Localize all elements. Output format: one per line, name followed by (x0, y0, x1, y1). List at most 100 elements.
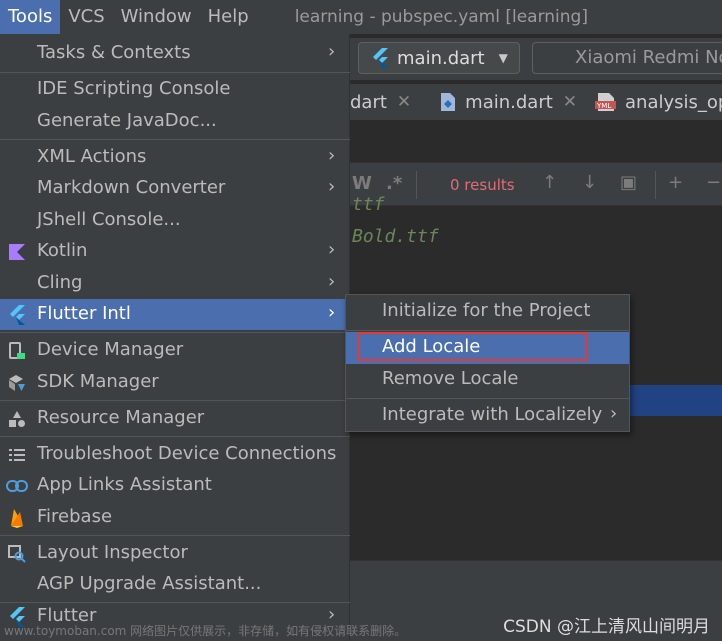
menu-item-jshell-console[interactable]: JShell Console... (0, 205, 350, 236)
menu-item-tasks-contexts[interactable]: Tasks & Contexts › (0, 38, 350, 69)
link-icon (6, 475, 28, 497)
menu-separator (0, 332, 350, 333)
menu-vcs[interactable]: VCS (60, 0, 112, 34)
resource-manager-icon (6, 408, 28, 430)
divider (655, 171, 656, 199)
run-config-dropdown[interactable]: main.dart ▼ (358, 42, 520, 74)
submenu-item-remove-locale[interactable]: Remove Locale (346, 364, 629, 396)
submenu-item-label: Integrate with Localizely (382, 404, 603, 425)
tools-menu: Tasks & Contexts › IDE Scripting Console… (0, 34, 350, 641)
tab-dart[interactable]: dart ✕ (350, 92, 419, 113)
chevron-right-icon: › (328, 41, 336, 62)
tab-label: analysis_opt (625, 91, 722, 113)
selected-line-highlight (628, 385, 722, 416)
regex-toggle[interactable]: .* (386, 173, 402, 194)
watermark-credit: CSDN @江上清风山间明月 (503, 617, 710, 637)
chevron-right-icon: › (328, 176, 336, 197)
menu-item-label: App Links Assistant (37, 474, 212, 495)
menu-item-label: Troubleshoot Device Connections (37, 443, 337, 464)
chevron-right-icon: › (328, 239, 336, 260)
menu-item-label: Tasks & Contexts (37, 42, 191, 63)
close-icon[interactable]: ✕ (397, 92, 411, 112)
menu-separator (346, 398, 629, 399)
tab-label: dart (350, 91, 387, 113)
layout-inspector-icon (6, 543, 28, 565)
main-toolbar: main.dart ▼ Xiaomi Redmi Note (350, 38, 722, 80)
device-selector[interactable]: Xiaomi Redmi Note (532, 42, 722, 74)
menu-item-markdown-converter[interactable]: Markdown Converter › (0, 173, 350, 204)
menu-help[interactable]: Help (200, 0, 257, 34)
editor-tabs: dart ✕ main.dart ✕ YML analysis_opt (350, 84, 722, 120)
menu-separator (346, 330, 629, 331)
menu-item-xml-actions[interactable]: XML Actions › (0, 142, 350, 173)
menu-item-kotlin[interactable]: Kotlin › (0, 236, 350, 267)
sdk-manager-icon (6, 372, 28, 394)
add-occurrence-icon[interactable]: + (668, 172, 683, 193)
chevron-right-icon: › (610, 403, 618, 424)
chevron-down-icon: ▼ (498, 51, 508, 65)
tab-label: main.dart (465, 91, 553, 113)
menu-item-device-manager[interactable]: Device Manager (0, 335, 350, 366)
menu-item-agp-upgrade-assistant[interactable]: AGP Upgrade Assistant... (0, 569, 350, 600)
editor-bottom-panel (350, 560, 722, 604)
menu-tools[interactable]: Tools (0, 0, 61, 34)
firebase-icon (6, 507, 28, 529)
menu-item-troubleshoot-device-connections[interactable]: Troubleshoot Device Connections (0, 439, 350, 470)
menu-item-sdk-manager[interactable]: SDK Manager (0, 367, 350, 398)
submenu-item-initialize-project[interactable]: Initialize for the Project (346, 296, 629, 328)
select-all-icon[interactable]: ▣ (620, 172, 637, 193)
menu-item-cling[interactable]: Cling › (0, 268, 350, 299)
watermark-text: www.toymoban.com 网络图片仅供展示，非存储，如有侵权请联系删除。 (4, 624, 407, 638)
menu-item-label: SDK Manager (37, 371, 159, 392)
menu-window[interactable]: Window (113, 0, 200, 34)
list-icon (6, 444, 28, 466)
arrow-down-icon[interactable]: ↓ (582, 172, 597, 193)
menu-item-label: AGP Upgrade Assistant... (37, 573, 262, 594)
menu-separator (0, 535, 350, 536)
flutter-intl-submenu: Initialize for the Project Add Locale Re… (345, 294, 630, 432)
divider (416, 171, 417, 199)
menu-item-ide-scripting-console[interactable]: IDE Scripting Console (0, 74, 350, 105)
menu-item-label: Firebase (37, 506, 113, 527)
chevron-right-icon: › (328, 271, 336, 292)
submenu-item-integrate-localizely[interactable]: Integrate with Localizely › (346, 400, 629, 432)
device-manager-icon (6, 340, 28, 362)
run-config-label: main.dart (397, 47, 485, 69)
menu-item-flutter-intl[interactable]: Flutter Intl › (0, 299, 350, 330)
window-title: learning - pubspec.yaml [learning] (294, 7, 588, 27)
menu-item-app-links-assistant[interactable]: App Links Assistant (0, 470, 350, 501)
menu-item-label: XML Actions (37, 146, 147, 167)
flutter-icon (373, 48, 388, 68)
menu-item-firebase[interactable]: Firebase (0, 502, 350, 533)
chevron-right-icon: › (328, 302, 336, 323)
menu-separator (0, 139, 350, 140)
yml-file-icon: YML (595, 93, 617, 111)
code-line: ttf (352, 194, 385, 215)
menu-separator (0, 436, 350, 437)
svg-text:YML: YML (596, 102, 611, 110)
close-icon[interactable]: ✕ (563, 92, 577, 112)
menu-item-label: JShell Console... (37, 209, 181, 230)
words-toggle[interactable]: W (352, 173, 372, 194)
menu-item-resource-manager[interactable]: Resource Manager (0, 403, 350, 434)
chevron-right-icon: › (328, 145, 336, 166)
menu-item-label: Layout Inspector (37, 542, 188, 563)
flutter-icon (6, 304, 28, 326)
find-results-count: 0 results (450, 176, 515, 194)
device-label: Xiaomi Redmi Note (575, 47, 722, 68)
menu-item-label: Device Manager (37, 339, 184, 360)
menu-item-label: Resource Manager (37, 407, 205, 428)
annotation-highlight-box (358, 332, 587, 361)
dart-file-icon (441, 93, 456, 111)
menu-separator (0, 400, 350, 401)
menu-item-generate-javadoc[interactable]: Generate JavaDoc... (0, 106, 350, 137)
menubar: Tools VCS Window Help learning - pubspec… (0, 0, 722, 34)
arrow-up-icon[interactable]: ↑ (542, 172, 557, 193)
tab-main-dart[interactable]: main.dart ✕ (439, 92, 585, 113)
remove-occurrence-icon[interactable]: − (706, 172, 721, 193)
menu-item-layout-inspector[interactable]: Layout Inspector (0, 538, 350, 569)
menu-separator (0, 72, 350, 73)
menu-item-label: Flutter Intl (37, 303, 131, 324)
tab-analysis-options[interactable]: YML analysis_opt (595, 92, 722, 113)
menu-item-label: Markdown Converter (37, 177, 226, 198)
